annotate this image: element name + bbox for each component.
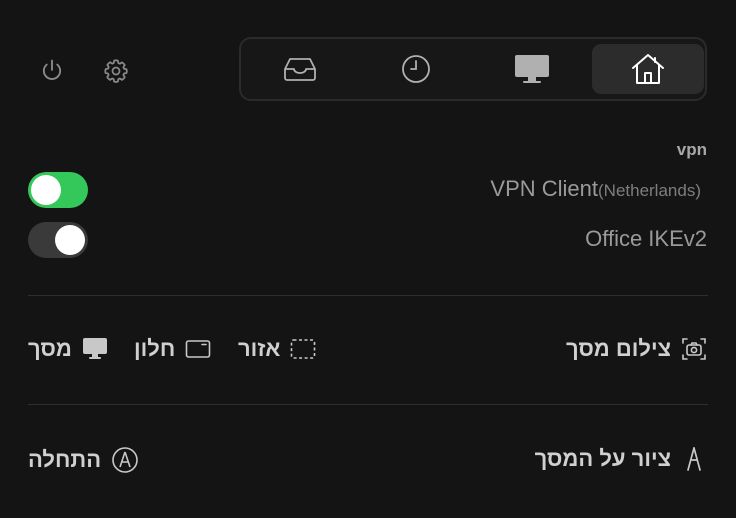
vpn-item-label: VPN Client(Netherlands) xyxy=(490,176,707,202)
vpn-item-detail: (Netherlands) xyxy=(598,181,701,200)
inbox-tray-icon xyxy=(284,58,316,81)
vpn-toggle-vpn-client[interactable] xyxy=(28,172,88,208)
toggle-knob xyxy=(31,175,61,205)
screenshot-window-label: חלון xyxy=(134,336,176,361)
power-button[interactable] xyxy=(36,55,68,87)
vpn-item-name: VPN Client xyxy=(490,176,598,201)
divider xyxy=(28,295,708,296)
screenshot-window-button[interactable]: חלון xyxy=(134,336,211,362)
tab-home[interactable] xyxy=(592,44,704,94)
tab-inbox[interactable] xyxy=(244,44,356,94)
draw-title: ציור על המסך xyxy=(535,446,707,472)
dashed-area-icon xyxy=(291,339,316,359)
tab-history[interactable] xyxy=(360,44,472,94)
divider xyxy=(28,404,708,405)
screenshot-screen-button[interactable]: מסך xyxy=(28,336,108,362)
draw-start-label: התחלה xyxy=(28,447,102,472)
screenshot-area-button[interactable]: אזור xyxy=(238,336,316,362)
screenshot-title: צילום מסך xyxy=(566,336,707,362)
toggle-knob xyxy=(55,225,85,255)
screenshot-area-label: אזור xyxy=(238,336,281,361)
monitor-icon xyxy=(82,338,107,359)
power-icon xyxy=(42,59,62,80)
draw-label: ציור על המסך xyxy=(534,446,671,471)
tab-display[interactable] xyxy=(476,44,588,94)
monitor-icon xyxy=(515,55,549,83)
vpn-item-name: Office IKEv2 xyxy=(585,226,707,251)
pen-nib-icon xyxy=(687,447,701,471)
settings-button[interactable] xyxy=(100,55,132,87)
clock-icon xyxy=(402,55,430,83)
compass-circle-icon xyxy=(112,447,138,473)
vpn-toggle-office-ikev2[interactable] xyxy=(28,222,88,258)
section-title-vpn: vpn xyxy=(676,140,707,159)
gear-icon xyxy=(104,59,128,83)
home-icon xyxy=(632,54,664,84)
draw-start-button[interactable]: התחלה xyxy=(28,446,139,474)
screenshot-label: צילום מסך xyxy=(565,336,671,361)
tab-bar xyxy=(239,37,707,101)
vpn-item-label: Office IKEv2 xyxy=(585,226,707,252)
camera-icon xyxy=(682,338,706,360)
screenshot-screen-label: מסך xyxy=(28,336,72,361)
window-icon xyxy=(185,340,211,358)
